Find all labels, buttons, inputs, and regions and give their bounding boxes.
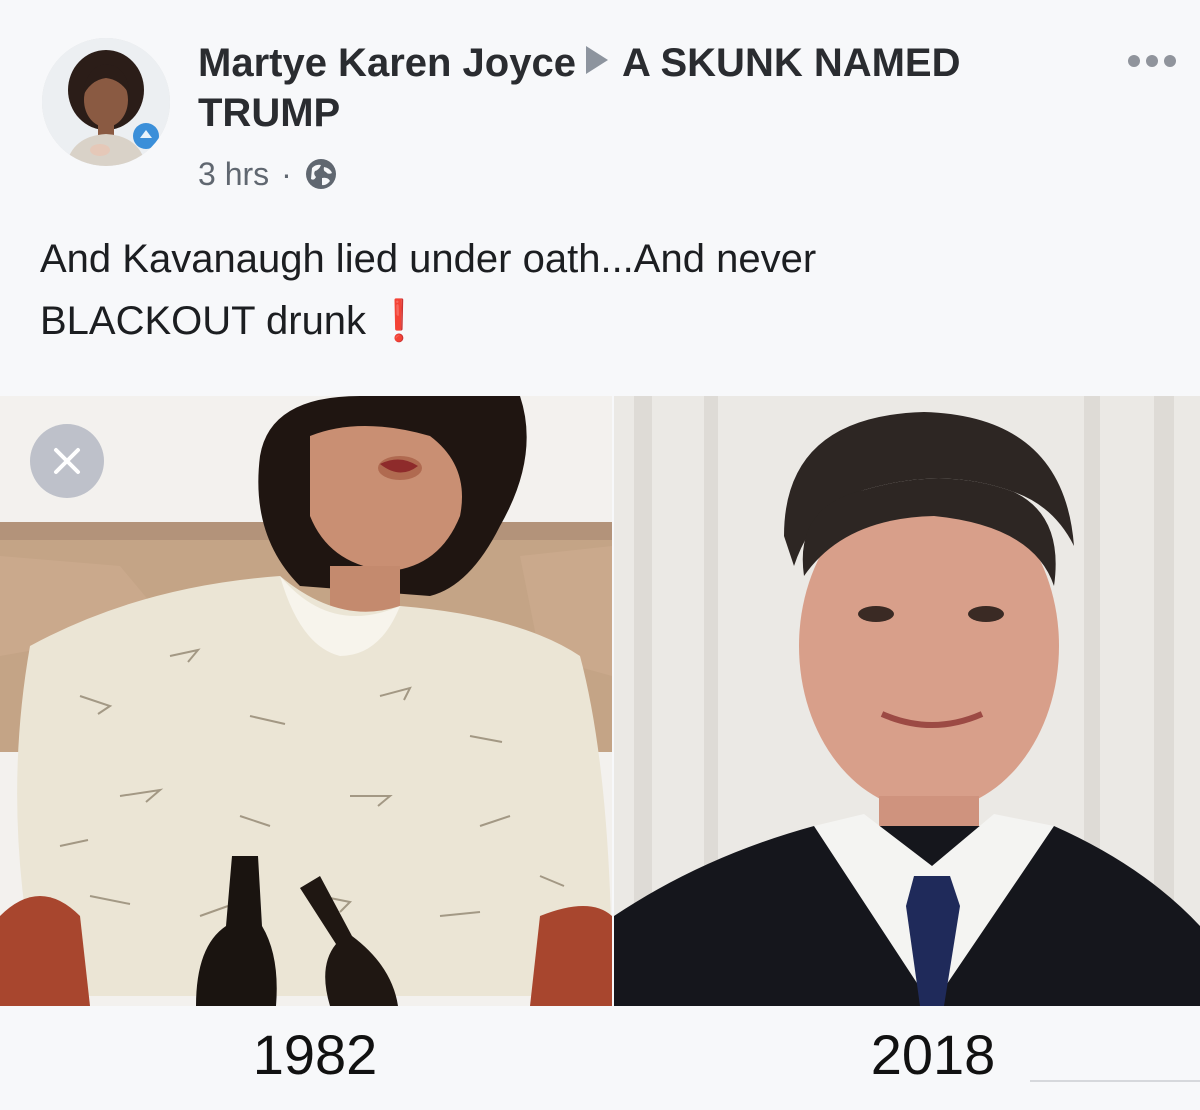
year-label-2018: 2018 [870,1023,996,1086]
post-meta: 3 hrs · [198,152,338,196]
post-header-title: Martye Karen Joyce A SKUNK NAMED TRUMP [198,38,1098,138]
shared-to-arrow-icon [585,46,608,74]
divider [1030,1080,1200,1082]
photo-2018[interactable] [614,396,1200,1006]
close-icon [54,448,80,474]
meta-separator: · [281,155,292,192]
timestamp-link[interactable]: 3 hrs [198,156,269,193]
more-options-icon[interactable] [1128,54,1188,78]
post-caption: And Kavanaugh lied under oath...And neve… [40,228,1160,352]
exclamation-emoji: ❗ [374,299,424,343]
close-button[interactable] [30,424,104,498]
facebook-post: Martye Karen Joyce A SKUNK NAMED TRUMP 3 … [0,0,1200,1110]
globe-icon[interactable] [304,157,338,191]
caption-line-1: And Kavanaugh lied under oath...And neve… [40,237,817,281]
caption-line-2: BLACKOUT drunk [40,299,367,343]
author-avatar[interactable] [42,38,170,166]
year-label-1982: 1982 [252,1023,378,1086]
author-name-link[interactable]: Martye Karen Joyce [198,41,576,85]
